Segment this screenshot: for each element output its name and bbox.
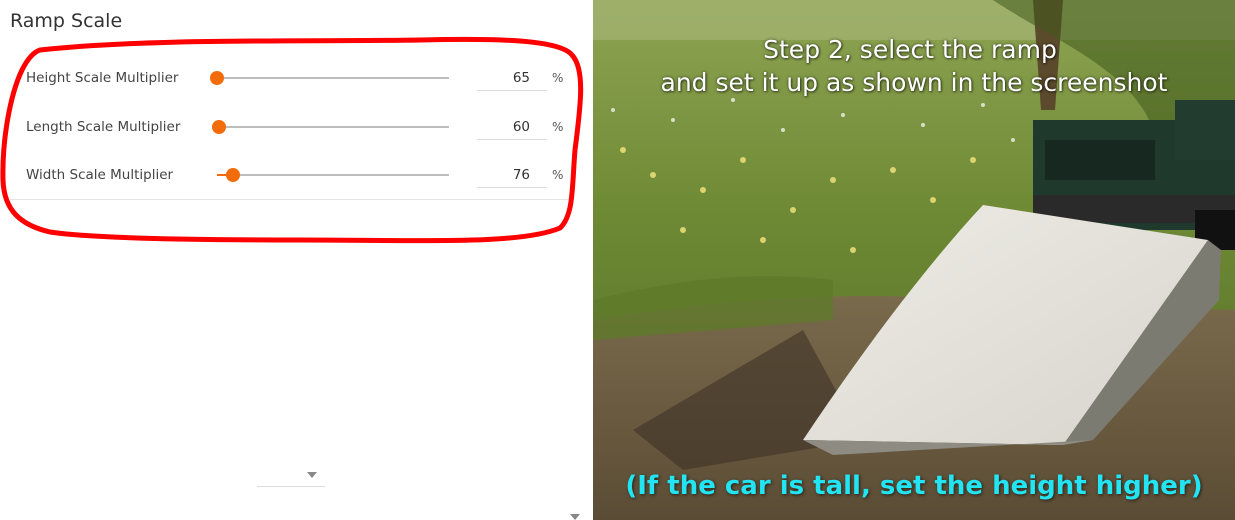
red-highlight-outline (0, 36, 584, 244)
dropdown-select[interactable] (257, 466, 325, 487)
game-screenshot: Step 2, select the ramp and set it up as… (593, 0, 1235, 520)
tip-caption: (If the car is tall, set the height high… (625, 471, 1203, 501)
settings-panel: Ramp Scale Height Scale Multiplier 65 % … (0, 0, 593, 520)
instruction-caption-line-1: Step 2, select the ramp (763, 35, 1057, 64)
chevron-down-icon (307, 472, 317, 478)
instruction-caption-line-2: and set it up as shown in the screenshot (660, 68, 1168, 97)
scroll-down-icon[interactable] (570, 514, 580, 520)
